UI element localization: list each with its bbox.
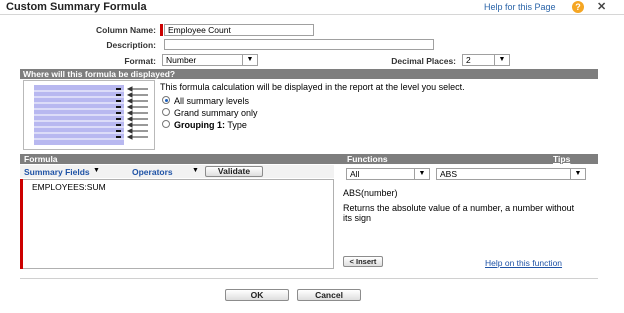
function-select[interactable]: ABS ▼: [436, 168, 586, 180]
format-label: Format:: [124, 56, 156, 66]
title-divider: [0, 14, 624, 15]
required-indicator: [20, 179, 23, 269]
decimal-places-label: Decimal Places:: [391, 56, 456, 66]
function-description: Returns the absolute value of a number, …: [343, 203, 575, 223]
operators-menu[interactable]: Operators: [132, 167, 173, 177]
function-signature: ABS(number): [343, 188, 398, 198]
close-icon[interactable]: ✕: [597, 0, 606, 13]
tips-link[interactable]: Tips: [553, 154, 570, 164]
format-select[interactable]: Number ▼: [162, 54, 258, 66]
formula-section-header: [20, 154, 598, 164]
format-select-value: Number: [166, 55, 197, 65]
report-preview-graphic: [34, 85, 148, 145]
description-input[interactable]: [164, 39, 434, 50]
chevron-down-icon: ▼: [494, 55, 509, 65]
display-intro-text: This formula calculation will be display…: [160, 82, 465, 92]
summary-fields-menu[interactable]: Summary Fields: [24, 167, 90, 177]
column-name-input[interactable]: Employee Count: [164, 24, 314, 36]
help-for-page-link[interactable]: Help for this Page: [484, 2, 556, 12]
decimal-places-select[interactable]: 2 ▼: [462, 54, 510, 66]
chevron-down-icon: ▼: [570, 169, 585, 179]
ok-button[interactable]: OK: [225, 289, 289, 301]
help-icon[interactable]: ?: [572, 1, 584, 13]
validate-button[interactable]: Validate: [205, 166, 263, 177]
report-preview-image: [23, 80, 155, 150]
radio-label-grand-summary: Grand summary only: [174, 108, 258, 118]
cancel-button[interactable]: Cancel: [297, 289, 361, 301]
description-label: Description:: [106, 40, 156, 50]
function-select-value: ABS: [440, 169, 458, 179]
chevron-down-icon: ▼: [414, 169, 429, 179]
help-on-function-link[interactable]: Help on this function: [485, 258, 562, 268]
dialog-title: Custom Summary Formula: [6, 1, 147, 13]
radio-grand-summary[interactable]: [162, 108, 170, 116]
chevron-down-icon[interactable]: ▼: [192, 167, 199, 174]
chevron-down-icon: ▼: [242, 55, 257, 65]
formula-header: Formula: [24, 154, 58, 164]
insert-button[interactable]: < Insert: [343, 256, 383, 267]
functions-header: Functions: [347, 154, 388, 164]
radio-label-all-summary: All summary levels: [174, 96, 250, 106]
footer-divider: [20, 278, 598, 279]
radio-all-summary-levels[interactable]: [162, 96, 170, 104]
chevron-down-icon[interactable]: ▼: [93, 167, 100, 174]
radio-label-grouping: Grouping 1: Type: [174, 120, 247, 130]
function-category-value: All: [350, 169, 360, 179]
column-name-label: Column Name:: [96, 25, 156, 35]
grouping-label-bold: Grouping 1:: [174, 120, 225, 130]
function-category-select[interactable]: All ▼: [346, 168, 430, 180]
decimal-places-value: 2: [466, 55, 471, 65]
radio-grouping-1[interactable]: [162, 120, 170, 128]
formula-editor-text: EMPLOYEES:SUM: [32, 182, 106, 192]
grouping-label-rest: Type: [225, 120, 247, 130]
required-indicator: [160, 24, 163, 36]
display-section-header: Where will this formula be displayed?: [20, 69, 598, 79]
formula-editor[interactable]: [20, 179, 334, 269]
